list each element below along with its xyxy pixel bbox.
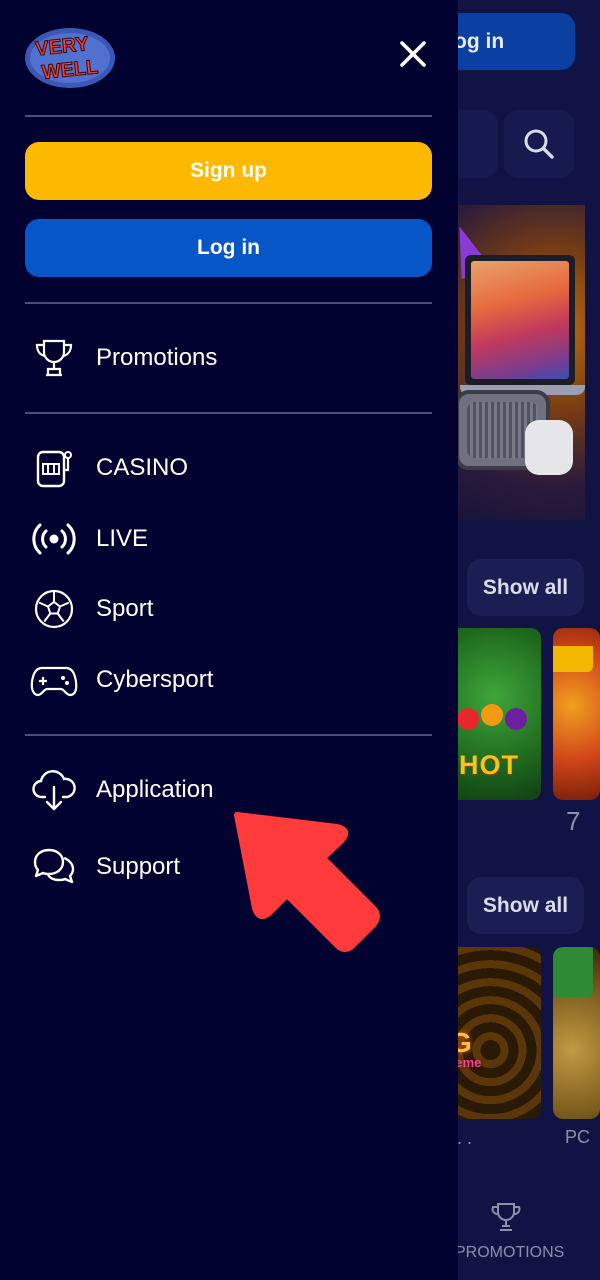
game-tile[interactable] [553,628,600,800]
menu-item-live[interactable]: LIVE [30,514,430,564]
brand-logo[interactable]: VERY WELL [24,24,116,90]
chat-bubbles-icon [33,848,75,884]
side-menu-drawer: VERY WELL Sign up Log in Promotions CASI… [0,0,458,1280]
game-tile[interactable]: HOT [447,628,541,800]
game-tile[interactable] [553,947,600,1119]
gamepad-icon [30,666,78,697]
divider [25,302,432,304]
laptop-graphic [465,255,575,385]
show-all-button[interactable]: Show all [467,559,584,616]
show-all-button[interactable]: Show all [467,877,584,934]
trophy-icon [35,339,73,377]
menu-item-casino[interactable]: CASINO [30,443,430,493]
menu-label: CASINO [96,454,189,481]
menu-label: Support [96,853,181,880]
promo-banner[interactable] [440,205,585,520]
menu-item-cybersport[interactable]: Cybersport [30,655,430,705]
menu-item-sport[interactable]: Sport [30,584,430,634]
slot-machine-icon [36,450,72,488]
menu-item-promotions[interactable]: Promotions [30,333,430,383]
game-caption: PC [565,1127,591,1147]
game-caption: 7 [566,806,581,836]
game-caption: . . [457,1128,473,1148]
divider [25,734,432,736]
annotation-arrow [234,812,380,952]
earbuds-graphic [525,420,573,475]
signup-button[interactable]: Sign up [25,142,432,200]
cloud-download-icon [32,770,76,811]
trophy-icon [491,1203,521,1231]
menu-label: Application [96,776,214,803]
menu-label: Promotions [96,344,218,371]
divider [25,412,432,414]
live-broadcast-icon [32,523,76,555]
menu-label: Sport [96,595,154,622]
game-title: HOT [459,750,519,780]
search-icon [524,129,554,159]
header-search-button[interactable] [504,110,574,178]
close-icon[interactable] [397,38,429,70]
bottom-nav-promotions[interactable]: PROMOTIONS [455,1244,564,1262]
divider [25,115,432,117]
menu-label: LIVE [96,525,149,552]
login-button[interactable]: Log in [25,219,432,277]
menu-label: Cybersport [96,666,214,693]
soccer-ball-icon [34,589,74,629]
